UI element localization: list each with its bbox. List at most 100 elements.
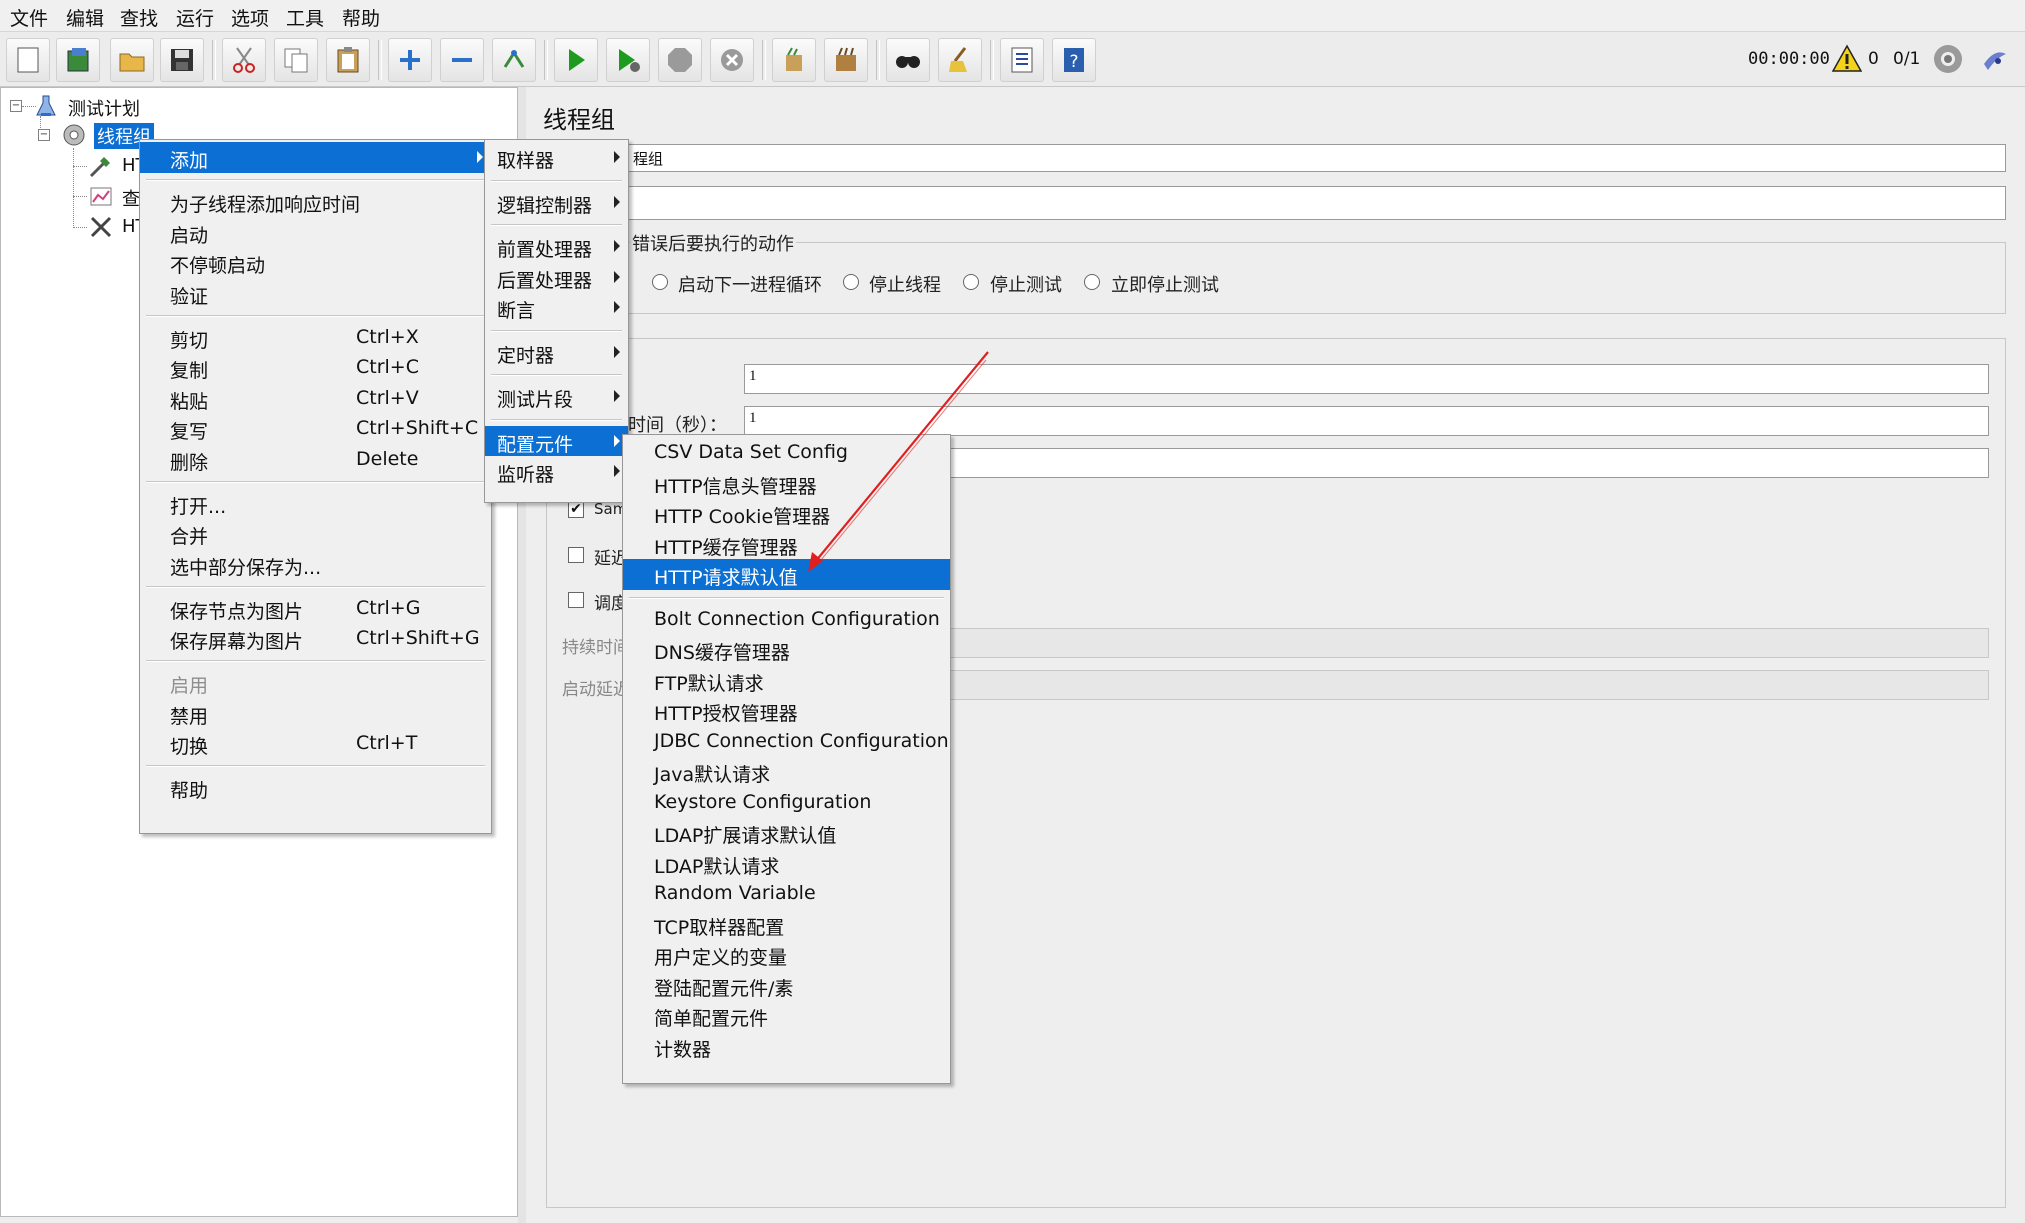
menu-run[interactable]: 运行 xyxy=(174,4,216,31)
context-menu-item[interactable]: 启用 xyxy=(140,667,491,698)
expand-button[interactable] xyxy=(388,38,432,82)
radio-stop-test-now[interactable] xyxy=(1084,274,1100,290)
context-menu-item[interactable]: 禁用 xyxy=(140,698,491,729)
config-submenu-item[interactable]: HTTP请求默认值 xyxy=(623,559,950,590)
config-submenu-item[interactable]: HTTP缓存管理器 xyxy=(623,529,950,560)
menu-file[interactable]: 文件 xyxy=(8,4,50,31)
menu-help[interactable]: 帮助 xyxy=(340,4,382,31)
log-viewer-icon[interactable] xyxy=(1980,44,2010,74)
config-submenu-item[interactable]: Bolt Connection Configuration xyxy=(623,604,950,635)
context-menu-item[interactable]: 选中部分保存为... xyxy=(140,549,491,580)
rampup-field[interactable]: 1 xyxy=(744,406,1989,436)
tree-node-test-plan[interactable]: 测试计划 xyxy=(68,95,140,121)
add-submenu-item[interactable]: 后置处理器 xyxy=(485,262,628,293)
function-helper-button[interactable] xyxy=(1000,38,1044,82)
menu-search[interactable]: 查找 xyxy=(118,4,160,31)
config-submenu-item[interactable]: Random Variable xyxy=(623,878,950,909)
paste-button[interactable] xyxy=(326,38,370,82)
radio-stop-thread[interactable] xyxy=(843,274,859,290)
config-submenu-item[interactable]: HTTP Cookie管理器 xyxy=(623,498,950,529)
scheduler-checkbox[interactable] xyxy=(568,592,584,608)
thread-group-collapse-toggle[interactable]: − xyxy=(38,129,50,141)
add-submenu-item[interactable]: 测试片段 xyxy=(485,381,628,412)
add-submenu-item[interactable]: 前置处理器 xyxy=(485,231,628,262)
config-submenu-item[interactable]: LDAP默认请求 xyxy=(623,848,950,879)
submenu-arrow-icon xyxy=(614,345,620,358)
copy-button[interactable] xyxy=(274,38,318,82)
name-field[interactable]: 程组 xyxy=(628,144,2006,172)
clear-all-button[interactable] xyxy=(824,38,868,82)
context-menu-item-label: 不停顿启动 xyxy=(170,255,266,277)
context-menu-item[interactable]: 为子线程添加响应时间 xyxy=(140,186,491,217)
context-menu-item[interactable]: 打开... xyxy=(140,488,491,519)
config-element-icon xyxy=(90,216,112,238)
config-submenu-item[interactable]: 用户定义的变量 xyxy=(623,939,950,970)
context-menu-item[interactable]: 启动 xyxy=(140,217,491,248)
same-user-checkbox[interactable]: ✔ xyxy=(568,502,584,518)
add-submenu-item[interactable]: 监听器 xyxy=(485,456,628,487)
context-menu-item[interactable]: 保存节点为图片 Ctrl+G xyxy=(140,593,491,624)
stop-button[interactable] xyxy=(658,38,702,82)
search-button[interactable] xyxy=(886,38,930,82)
context-menu-item-label: 删除 xyxy=(170,451,209,474)
context-menu-item[interactable]: 粘贴 Ctrl+V xyxy=(140,383,491,414)
templates-button[interactable] xyxy=(56,38,100,82)
config-submenu-item[interactable]: Keystore Configuration xyxy=(623,787,950,818)
save-button[interactable] xyxy=(160,38,204,82)
threads-field[interactable]: 1 xyxy=(744,364,1989,394)
add-submenu-item[interactable]: 逻辑控制器 xyxy=(485,187,628,218)
context-menu-item-label: 复写 xyxy=(170,421,209,443)
config-submenu-item[interactable]: 简单配置元件 xyxy=(623,1000,950,1031)
config-submenu-item[interactable]: 计数器 xyxy=(623,1031,950,1062)
help-button[interactable]: ? xyxy=(1052,38,1096,82)
config-submenu-item[interactable]: CSV Data Set Config xyxy=(623,437,950,468)
config-submenu-item[interactable]: JDBC Connection Configuration xyxy=(623,726,950,757)
toggle-button[interactable] xyxy=(492,38,536,82)
tree-node-listener[interactable]: 查 xyxy=(122,185,140,211)
radio-start-next-loop-label: 启动下一进程循环 xyxy=(678,275,822,296)
config-submenu-item[interactable]: LDAP扩展请求默认值 xyxy=(623,817,950,848)
context-menu-item[interactable]: 切换 Ctrl+T xyxy=(140,728,491,759)
reset-search-button[interactable] xyxy=(938,38,982,82)
context-menu-item[interactable]: 不停顿启动 xyxy=(140,247,491,278)
add-submenu-item-label: 取样器 xyxy=(497,150,555,172)
context-menu-item[interactable]: 合并 xyxy=(140,518,491,549)
new-button[interactable] xyxy=(6,38,50,82)
context-menu-item[interactable]: 剪切 Ctrl+X xyxy=(140,322,491,353)
warning-icon[interactable] xyxy=(1832,44,1862,74)
collapse-button[interactable] xyxy=(440,38,484,82)
config-submenu-item[interactable]: HTTP授权管理器 xyxy=(623,695,950,726)
start-no-pause-button[interactable] xyxy=(606,38,650,82)
add-submenu-item[interactable]: 断言 xyxy=(485,292,628,323)
tree-collapse-toggle[interactable]: − xyxy=(10,100,22,112)
shutdown-button[interactable] xyxy=(710,38,754,82)
config-submenu-item[interactable]: TCP取样器配置 xyxy=(623,909,950,940)
context-menu-item[interactable]: 添加 xyxy=(140,142,491,173)
threads-value: 1 xyxy=(749,368,757,384)
context-menu-item[interactable]: 保存屏幕为图片 Ctrl+Shift+G xyxy=(140,623,491,654)
config-submenu-item[interactable]: DNS缓存管理器 xyxy=(623,634,950,665)
menu-tools[interactable]: 工具 xyxy=(284,4,326,31)
context-menu-item[interactable]: 帮助 xyxy=(140,772,491,803)
clear-button[interactable] xyxy=(772,38,816,82)
menu-edit[interactable]: 编辑 xyxy=(64,4,106,31)
menu-options[interactable]: 选项 xyxy=(229,4,271,31)
delay-checkbox[interactable] xyxy=(568,547,584,563)
context-menu-item[interactable]: 验证 xyxy=(140,278,491,309)
config-submenu-item[interactable]: Java默认请求 xyxy=(623,756,950,787)
start-button[interactable] xyxy=(554,38,598,82)
config-submenu-item[interactable]: 登陆配置元件/素 xyxy=(623,970,950,1001)
add-submenu-item[interactable]: 配置元件 xyxy=(485,425,628,456)
context-menu-item[interactable]: 删除 Delete xyxy=(140,444,491,475)
config-submenu-item[interactable]: HTTP信息头管理器 xyxy=(623,468,950,499)
cut-button[interactable] xyxy=(222,38,266,82)
comments-field[interactable] xyxy=(628,186,2006,220)
context-menu-item[interactable]: 复写 Ctrl+Shift+C xyxy=(140,413,491,444)
add-submenu-item[interactable]: 定时器 xyxy=(485,337,628,368)
context-menu-item[interactable]: 复制 Ctrl+C xyxy=(140,352,491,383)
config-submenu-item[interactable]: FTP默认请求 xyxy=(623,665,950,696)
open-button[interactable] xyxy=(110,38,154,82)
radio-start-next-loop[interactable] xyxy=(652,274,668,290)
radio-stop-test[interactable] xyxy=(963,274,979,290)
add-submenu-item[interactable]: 取样器 xyxy=(485,142,628,173)
